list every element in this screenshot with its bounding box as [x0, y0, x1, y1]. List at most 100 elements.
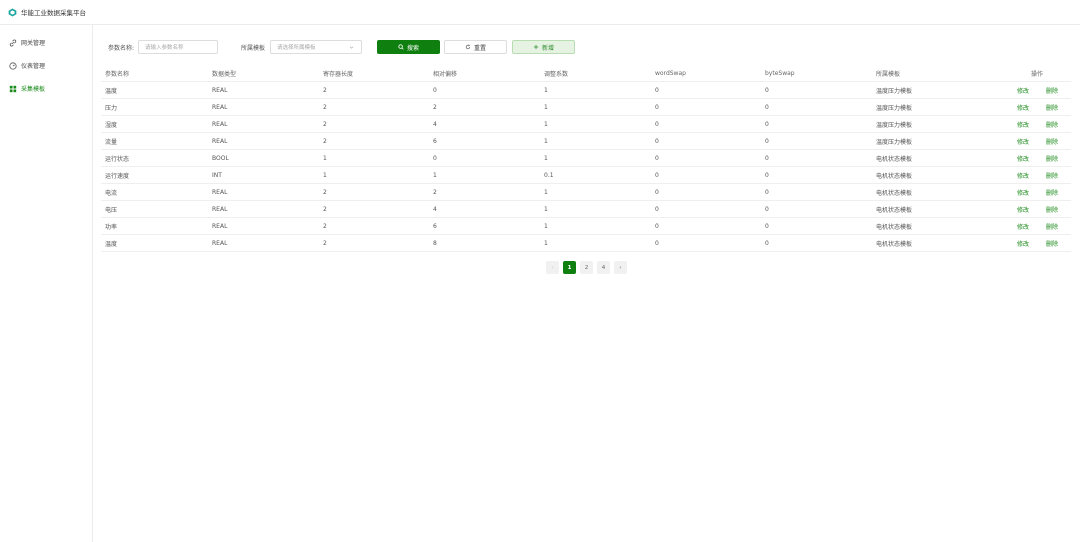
edit-button[interactable]: 修改 [1017, 103, 1029, 112]
delete-button[interactable]: 删除 [1046, 205, 1058, 214]
table-cell: BOOL [212, 154, 229, 162]
table-cell: 0.1 [544, 171, 554, 179]
header-data-type: 数据类型 [212, 70, 237, 78]
table-row: 运行速度 INT 1 1 0.1 0 0 电机状态模板 修改 删除 [101, 167, 1071, 184]
table-cell: 0 [655, 205, 659, 213]
edit-button[interactable]: 修改 [1017, 154, 1029, 163]
table-cell: 6 [433, 222, 437, 230]
table-cell: 运行状态 [105, 155, 130, 163]
search-icon [398, 44, 404, 50]
table-cell: 0 [765, 154, 769, 162]
filter-bar: 参数名称: 请输入参数名称 所属模板 请选择所属模板 搜索 重置 新增 [93, 40, 1080, 54]
table-cell: 温度压力模板 [876, 104, 913, 112]
param-name-input[interactable]: 请输入参数名称 [138, 40, 218, 54]
table-cell: 2 [323, 137, 327, 145]
delete-button[interactable]: 删除 [1046, 188, 1058, 197]
table-cell: 0 [765, 120, 769, 128]
table-cell: REAL [212, 222, 228, 230]
table-cell: 电流 [105, 189, 118, 197]
prev-page-button[interactable]: ‹ [546, 261, 559, 274]
edit-button[interactable]: 修改 [1017, 222, 1029, 231]
delete-button[interactable]: 删除 [1046, 137, 1058, 146]
delete-button[interactable]: 删除 [1046, 154, 1058, 163]
table-cell: 2 [323, 120, 327, 128]
page-button-1[interactable]: 1 [563, 261, 576, 274]
sidebar-item-template[interactable]: 采集模板 [0, 77, 92, 100]
table-cell: 1 [323, 171, 327, 179]
table-cell: 1 [544, 222, 548, 230]
table-header: 参数名称 数据类型 寄存器长度 相对偏移 调整系数 wordSwap byteS… [101, 65, 1071, 82]
table-cell: 2 [323, 86, 327, 94]
table-cell: 0 [655, 171, 659, 179]
table-cell: 0 [765, 222, 769, 230]
row-actions: 修改 删除 [1007, 239, 1071, 248]
reset-button[interactable]: 重置 [444, 40, 507, 54]
table-cell: REAL [212, 103, 228, 111]
table-cell: 0 [655, 222, 659, 230]
table-cell: 电压 [105, 206, 118, 214]
sidebar-item-meter[interactable]: 仪表管理 [0, 54, 92, 77]
table-cell: REAL [212, 239, 228, 247]
header-template: 所属模板 [876, 70, 901, 78]
app-title: 华能工业数据采集平台 [21, 9, 86, 17]
table-row: 温度 REAL 2 0 1 0 0 温度压力模板 修改 删除 [101, 82, 1071, 99]
table-cell: 0 [655, 154, 659, 162]
table-cell: REAL [212, 120, 228, 128]
edit-button[interactable]: 修改 [1017, 205, 1029, 214]
row-actions: 修改 删除 [1007, 205, 1071, 214]
page-button-4[interactable]: 4 [597, 261, 610, 274]
row-actions: 修改 删除 [1007, 171, 1071, 180]
header-actions: 操作 [1031, 70, 1044, 78]
next-page-button[interactable]: › [614, 261, 627, 274]
table-cell: 1 [433, 171, 437, 179]
table-cell: 2 [323, 205, 327, 213]
pagination: ‹ 1 2 4 › [546, 261, 627, 274]
table-cell: 1 [544, 86, 548, 94]
header-wordswap: wordSwap [655, 69, 686, 77]
delete-button[interactable]: 删除 [1046, 86, 1058, 95]
edit-button[interactable]: 修改 [1017, 137, 1029, 146]
table-cell: 2 [323, 239, 327, 247]
table-cell: 0 [765, 171, 769, 179]
table-cell: 电机状态模板 [876, 189, 913, 197]
delete-button[interactable]: 删除 [1046, 222, 1058, 231]
delete-button[interactable]: 删除 [1046, 239, 1058, 248]
table-cell: 运行速度 [105, 172, 130, 180]
table-cell: 1 [544, 154, 548, 162]
row-actions: 修改 删除 [1007, 86, 1071, 95]
table-cell: 4 [433, 205, 437, 213]
table-row: 压力 REAL 2 2 1 0 0 温度压力模板 修改 删除 [101, 99, 1071, 116]
table-cell: 1 [544, 239, 548, 247]
table-cell: 1 [544, 137, 548, 145]
row-actions: 修改 删除 [1007, 222, 1071, 231]
table-row: 流量 REAL 2 6 1 0 0 温度压力模板 修改 删除 [101, 133, 1071, 150]
app-logo-icon [8, 7, 17, 17]
sidebar-item-gateway[interactable]: 网关管理 [0, 31, 92, 54]
table-cell: 温度压力模板 [876, 121, 913, 129]
edit-button[interactable]: 修改 [1017, 86, 1029, 95]
table-cell: 2 [323, 222, 327, 230]
add-button-label: 新增 [541, 44, 554, 52]
delete-button[interactable]: 删除 [1046, 171, 1058, 180]
template-placeholder: 请选择所属模板 [277, 45, 316, 51]
sidebar-item-label: 仪表管理 [21, 63, 46, 70]
table-row: 运行状态 BOOL 1 0 1 0 0 电机状态模板 修改 删除 [101, 150, 1071, 167]
row-actions: 修改 删除 [1007, 154, 1071, 163]
table-cell: REAL [212, 137, 228, 145]
search-button[interactable]: 搜索 [377, 40, 440, 54]
page-button-2[interactable]: 2 [580, 261, 593, 274]
template-select[interactable]: 请选择所属模板 [270, 40, 362, 54]
chevron-down-icon [349, 46, 354, 49]
edit-button[interactable]: 修改 [1017, 171, 1029, 180]
edit-button[interactable]: 修改 [1017, 239, 1029, 248]
row-actions: 修改 删除 [1007, 103, 1071, 112]
edit-button[interactable]: 修改 [1017, 188, 1029, 197]
delete-button[interactable]: 删除 [1046, 120, 1058, 129]
table-cell: 压力 [105, 104, 118, 112]
edit-button[interactable]: 修改 [1017, 120, 1029, 129]
delete-button[interactable]: 删除 [1046, 103, 1058, 112]
table-cell: 1 [323, 154, 327, 162]
top-bar: 华能工业数据采集平台 [0, 0, 1080, 25]
table-cell: 1 [544, 103, 548, 111]
add-button[interactable]: 新增 [512, 40, 575, 54]
